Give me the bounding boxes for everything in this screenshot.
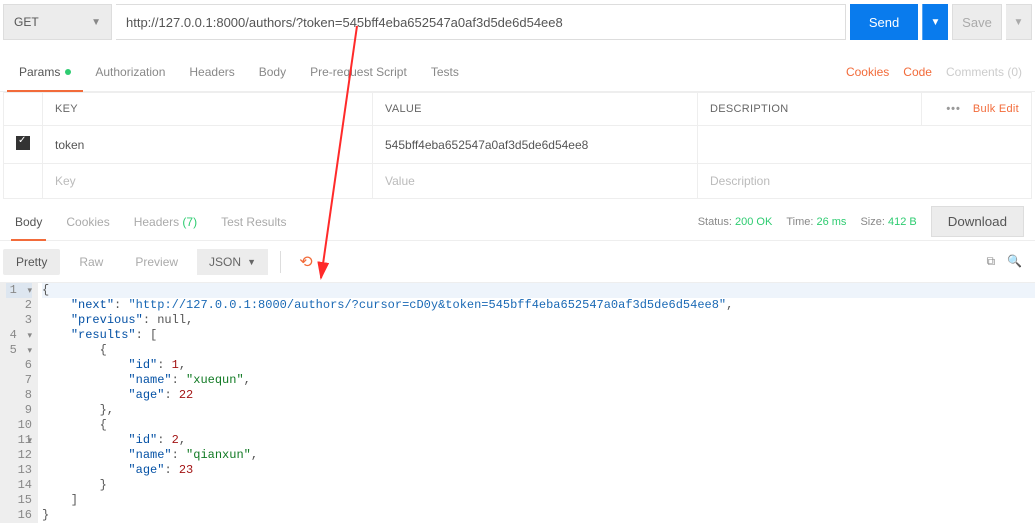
url-input[interactable] (116, 4, 846, 40)
checkbox-icon[interactable] (16, 136, 30, 150)
bulk-edit-link[interactable]: Bulk Edit (961, 103, 1019, 115)
param-description-placeholder[interactable]: Description (698, 164, 1032, 199)
size-label: Size: 412 B (860, 216, 916, 228)
chevron-down-icon: ▼ (91, 17, 101, 28)
param-key-placeholder[interactable]: Key (43, 164, 373, 199)
col-description: DESCRIPTION (698, 93, 922, 126)
tab-params[interactable]: Params (7, 52, 83, 91)
params-table: KEY VALUE DESCRIPTION •••Bulk Edit token… (3, 92, 1032, 199)
table-row[interactable]: token 545bff4eba652547a0af3d5de6d54ee8 (4, 126, 1032, 164)
col-key: KEY (43, 93, 373, 126)
view-preview[interactable]: Preview (122, 249, 191, 275)
copy-icon[interactable]: ⧉ (986, 254, 995, 269)
wrap-lines-icon[interactable]: ⟲ (293, 249, 319, 275)
download-button[interactable]: Download (931, 206, 1024, 237)
response-tab-headers[interactable]: Headers (7) (122, 203, 209, 240)
http-method-dropdown[interactable]: GET ▼ (3, 4, 112, 40)
link-comments: Comments (0) (946, 65, 1022, 79)
status-label: Status: 200 OK (698, 216, 773, 228)
divider (280, 251, 281, 273)
tab-authorization[interactable]: Authorization (83, 52, 177, 91)
tab-headers[interactable]: Headers (177, 52, 246, 91)
chevron-down-icon: ▼ (1014, 17, 1024, 28)
save-button[interactable]: Save (952, 4, 1002, 40)
http-method-label: GET (14, 15, 39, 29)
response-code[interactable]: { "next": "http://127.0.0.1:8000/authors… (38, 283, 1035, 523)
link-code[interactable]: Code (903, 65, 932, 79)
tab-tests[interactable]: Tests (419, 52, 471, 91)
tab-prerequest[interactable]: Pre-request Script (298, 52, 419, 91)
save-dropdown[interactable]: ▼ (1006, 4, 1032, 40)
param-value[interactable]: 545bff4eba652547a0af3d5de6d54ee8 (373, 126, 698, 164)
chevron-down-icon: ▼ (247, 257, 256, 267)
view-pretty[interactable]: Pretty (3, 249, 60, 275)
param-description[interactable] (698, 126, 1032, 164)
response-body-viewer: 1 ▾ 234 ▾5 ▾678910 ▾111213141516 { "next… (0, 283, 1035, 523)
line-gutter: 1 ▾ 234 ▾5 ▾678910 ▾111213141516 (0, 283, 38, 523)
response-tab-body[interactable]: Body (3, 203, 54, 240)
view-raw[interactable]: Raw (66, 249, 116, 275)
format-dropdown[interactable]: JSON▼ (197, 249, 268, 275)
send-button[interactable]: Send (850, 4, 918, 40)
response-tab-test-results[interactable]: Test Results (209, 203, 298, 240)
more-icon[interactable]: ••• (946, 103, 961, 115)
link-cookies[interactable]: Cookies (846, 65, 889, 79)
response-tab-cookies[interactable]: Cookies (54, 203, 121, 240)
send-dropdown[interactable]: ▼ (922, 4, 948, 40)
time-label: Time: 26 ms (786, 216, 846, 228)
search-icon[interactable]: 🔍 (1007, 254, 1022, 269)
params-indicator-icon (65, 69, 71, 75)
table-row-new[interactable]: Key Value Description (4, 164, 1032, 199)
col-value: VALUE (373, 93, 698, 126)
chevron-down-icon: ▼ (931, 17, 941, 28)
param-key[interactable]: token (43, 126, 373, 164)
param-value-placeholder[interactable]: Value (373, 164, 698, 199)
tab-body[interactable]: Body (247, 52, 298, 91)
